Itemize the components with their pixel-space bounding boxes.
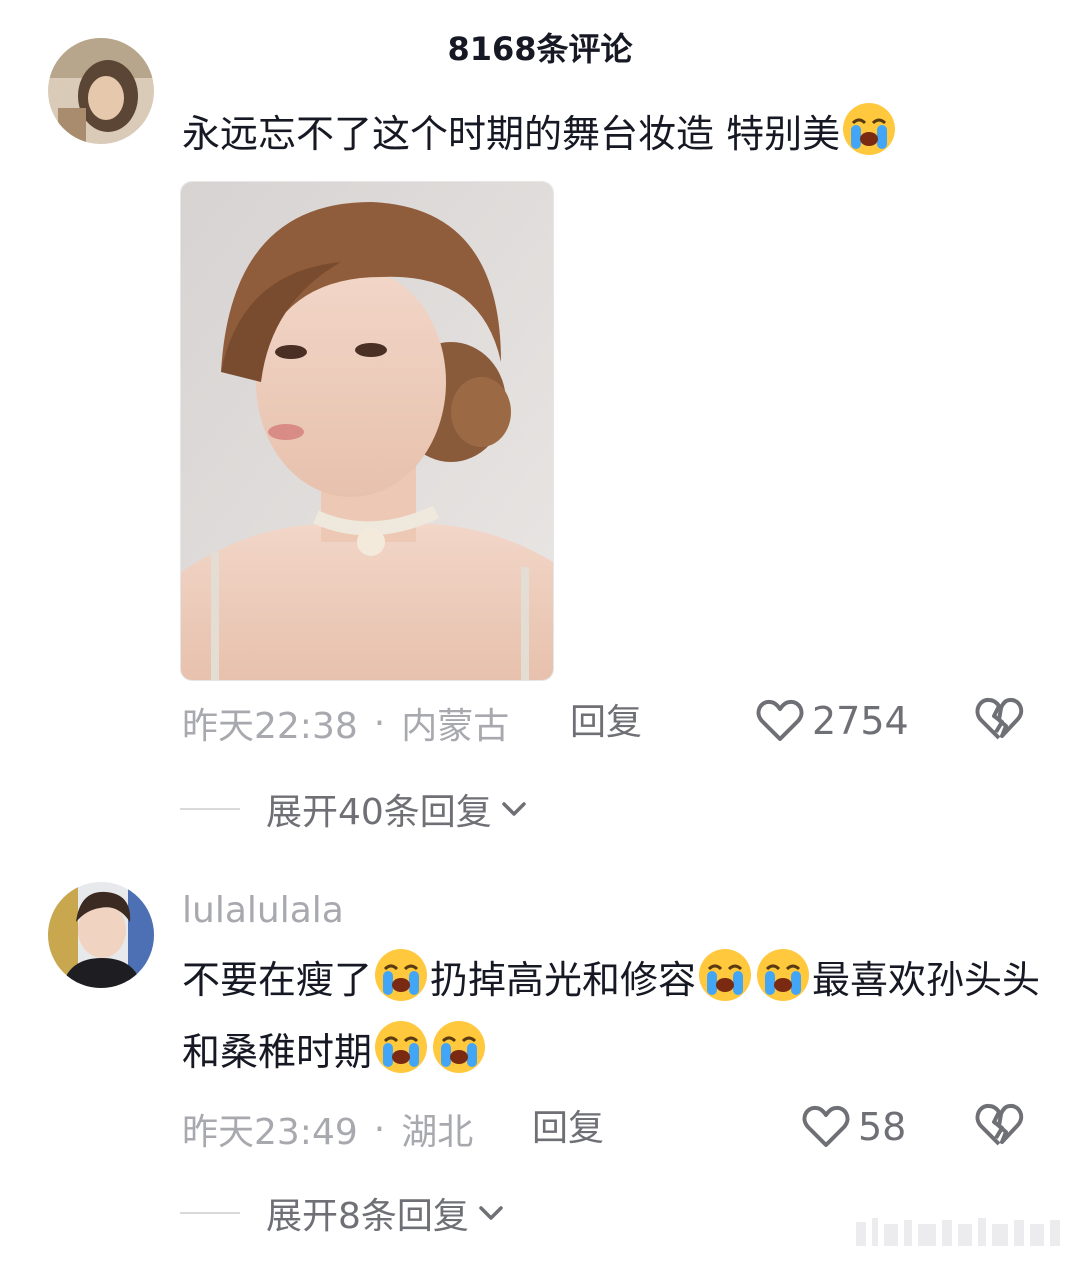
comment-text-part: 不要在瘦了: [182, 958, 373, 1002]
comment-meta: 昨天23:49 · 湖北: [182, 1104, 473, 1154]
chevron-down-icon: [479, 1206, 503, 1220]
comment-text: 不要在瘦了 扔掉高光和修容 最喜欢孙头头和桑稚时期: [182, 944, 1052, 1088]
like-count: 2754: [812, 699, 909, 743]
expand-replies-label: 展开40条回复: [266, 792, 492, 833]
divider-line: [180, 808, 240, 810]
comment-location: 内蒙古: [401, 706, 510, 747]
reply-button[interactable]: 回复: [570, 698, 642, 748]
loudly-crying-face-emoji: [373, 947, 429, 1003]
meta-separator: ·: [373, 1108, 386, 1150]
divider-line: [180, 1212, 240, 1214]
avatar[interactable]: [48, 38, 154, 144]
heart-outline-icon: [802, 1105, 850, 1147]
meta-separator: ·: [373, 702, 386, 744]
expand-replies-label: 展开8条回复: [266, 1196, 469, 1237]
expand-replies-button[interactable]: 展开8条回复: [180, 1188, 505, 1238]
loudly-crying-face-emoji: [431, 1019, 487, 1075]
comment-time: 昨天23:49: [182, 1112, 358, 1153]
expand-replies-button[interactable]: 展开40条回复: [180, 784, 528, 834]
loudly-crying-face-emoji: [697, 947, 753, 1003]
broken-heart-icon: [975, 1104, 1024, 1146]
loudly-crying-face-emoji: [841, 101, 897, 157]
username[interactable]: lulalulala: [182, 890, 344, 931]
comment-location: 湖北: [401, 1112, 474, 1153]
like-button[interactable]: 2754: [756, 696, 909, 746]
avatar[interactable]: [48, 882, 154, 988]
broken-heart-icon: [975, 698, 1024, 740]
comment-meta: 昨天22:38 · 内蒙古: [182, 698, 509, 748]
comment-time: 昨天22:38: [182, 706, 358, 747]
loudly-crying-face-emoji: [373, 1019, 429, 1075]
comment-text-part: 永远忘不了这个时期的舞台妆造 特别美: [182, 112, 841, 156]
comment-photo[interactable]: [180, 181, 554, 681]
watermark: [856, 1214, 1066, 1250]
comment-count-title: 8168条评论: [447, 30, 633, 68]
reply-button[interactable]: 回复: [532, 1104, 604, 1154]
heart-outline-icon: [756, 699, 804, 741]
comment-text: 永远忘不了这个时期的舞台妆造 特别美: [182, 98, 1052, 170]
dislike-button[interactable]: [974, 1102, 1024, 1152]
dislike-button[interactable]: [974, 696, 1024, 746]
like-count: 58: [858, 1105, 907, 1149]
like-button[interactable]: 58: [802, 1102, 906, 1152]
comment-text-part: 扔掉高光和修容: [430, 958, 697, 1002]
chevron-down-icon: [502, 802, 526, 816]
loudly-crying-face-emoji: [755, 947, 811, 1003]
